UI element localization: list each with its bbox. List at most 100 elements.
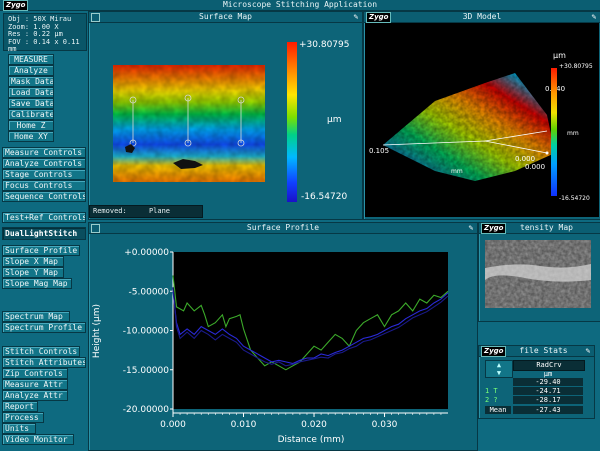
zygo-logo-stats: Zygo — [481, 346, 507, 357]
model-scale-min: -16.54720 — [559, 195, 590, 202]
stitch-attributes-button[interactable]: Stitch Attributes — [2, 357, 86, 368]
surface-profile-button[interactable]: Surface Profile — [2, 245, 80, 256]
window-menu-icon-profile[interactable] — [91, 224, 100, 233]
surface-map-image[interactable] — [113, 65, 265, 182]
sidebar: Obj : 50X Mirau Zoom: 1.00 X Res : 0.22 … — [0, 11, 87, 450]
profile-stats-panel: Zygo file Stats ✎ ▲ ▼ RadCrv µm -29.40 1 … — [478, 345, 595, 419]
slope-y-map-button[interactable]: Slope Y Map — [2, 267, 64, 278]
spectrum-map-button[interactable]: Spectrum Map — [2, 311, 70, 322]
stats-mean-label: Mean — [485, 406, 511, 414]
analyze-button[interactable]: Analyze — [8, 65, 54, 76]
home-z-button[interactable]: Home Z — [8, 120, 54, 131]
window-menu-icon[interactable] — [91, 13, 100, 22]
surface-map-title: Surface Map — [199, 12, 252, 21]
stage-controls-button[interactable]: Stage Controls — [2, 169, 86, 180]
axis-unit-mm-b: mm — [567, 130, 579, 137]
app-title: Microscope Stitching Application — [222, 0, 378, 9]
process-button[interactable]: Process — [2, 412, 44, 423]
model-3d-viewport[interactable]: 0.105 0.000 0.000 0.140 mm mm µm +30.807… — [365, 23, 599, 217]
objective-info: Obj : 50X Mirau Zoom: 1.00 X Res : 0.22 … — [3, 13, 87, 53]
stats-mean-value: -27.43 — [513, 406, 583, 414]
y-tick-label: -20.00000 — [123, 405, 169, 415]
removed-field: Removed: Plane — [89, 205, 203, 218]
zygo-logo: Zygo — [3, 0, 29, 11]
model-3d-title-bar: Zygo 3D Model ✎ — [364, 12, 600, 23]
color-scale-bar — [287, 42, 297, 202]
video-monitor-button[interactable]: Video Monitor — [2, 434, 74, 445]
model-3d-title: 3D Model — [462, 12, 502, 21]
stats-row-label-1: 1 T — [485, 387, 498, 395]
axis-label-origin: 0.000 — [525, 163, 545, 171]
stats-row-value-2: -28.17 — [513, 396, 583, 404]
info-fov: FOV : 0.14 x 0.11 mm — [8, 37, 80, 53]
surface-profile-title: Surface Profile — [246, 223, 320, 232]
surface-map-title-bar: Surface Map ✎ — [89, 12, 362, 23]
x-tick-label: 0.030 — [372, 420, 398, 430]
measure-controls-button[interactable]: Measure Controls — [2, 147, 86, 158]
profile-stats-title: file Stats — [519, 346, 568, 355]
axis-unit-mm-a: mm — [451, 168, 463, 175]
test-ref-controls-button[interactable]: Test+Ref Controls — [2, 212, 86, 223]
report-button[interactable]: Report — [2, 401, 38, 412]
pin-icon-3d[interactable]: ✎ — [590, 13, 598, 21]
measure-attr-button[interactable]: Measure Attr — [2, 379, 68, 390]
scale-max-value: +30.80795 — [299, 40, 350, 50]
home-xy-button[interactable]: Home XY — [8, 131, 54, 142]
removed-value: Plane — [148, 207, 171, 215]
stats-scroll-control[interactable]: ▲ ▼ — [485, 360, 513, 378]
load-data-button[interactable]: Load Data — [8, 87, 54, 98]
spectrum-profile-button[interactable]: Spectrum Profile — [2, 322, 86, 333]
stitch-controls-button[interactable]: Stitch Controls — [2, 346, 80, 357]
x-tick-label: 0.020 — [301, 420, 327, 430]
app-title-bar: Zygo Microscope Stitching Application — [0, 0, 600, 11]
y-tick-label: +0.00000 — [124, 248, 169, 258]
x-tick-label: 0.000 — [160, 420, 186, 430]
stats-row-value-0: -29.40 — [513, 378, 583, 386]
slope-x-map-button[interactable]: Slope X Map — [2, 256, 64, 267]
plot-area — [173, 252, 448, 409]
model-scale-bar — [551, 68, 557, 196]
sequence-controls-button[interactable]: Sequence Controls — [2, 191, 86, 202]
stats-unit: µm — [543, 370, 553, 378]
calibrate-button[interactable]: Calibrate — [8, 109, 54, 120]
save-data-button[interactable]: Save Data — [8, 98, 54, 109]
scale-min-value: -16.54720 — [301, 192, 348, 202]
surface-profile-title-bar: Surface Profile ✎ — [89, 223, 477, 234]
model-scale-unit: µm — [553, 51, 566, 60]
analyze-attr-button[interactable]: Analyze Attr — [2, 390, 68, 401]
y-tick-label: -10.00000 — [123, 327, 169, 337]
pin-icon-stats[interactable]: ✎ — [584, 347, 592, 355]
pin-icon-profile[interactable]: ✎ — [467, 224, 475, 232]
stats-row-label-0 — [485, 378, 511, 386]
primary-action-group: MEASURE Analyze Mask Data Load Data Save… — [8, 54, 54, 146]
x-axis-label: Distance (mm) — [278, 435, 345, 445]
surface-profile-chart[interactable]: +0.00000 -5.00000 -10.00000 -15.00000 -20.00… — [89, 234, 475, 448]
removed-label: Removed: — [93, 207, 127, 215]
x-tick-label: 0.010 — [231, 420, 257, 430]
surface-map-panel: Surface Map ✎ +30.80795 µm -16.54720 Rem… — [88, 11, 363, 220]
intensity-map-title: tensity Map — [520, 223, 573, 232]
dual-light-stitch-mode[interactable]: DualLightStitch — [2, 227, 86, 240]
intensity-map-title-bar: Zygo tensity Map — [479, 223, 600, 234]
model-3d-panel: Zygo 3D Model ✎ 0.105 0.000 0.000 mm mm … — [363, 11, 600, 220]
y-tick-label: -5.00000 — [129, 287, 170, 297]
analyze-controls-button[interactable]: Analyze Controls — [2, 158, 86, 169]
scale-unit: µm — [327, 115, 342, 125]
stats-row-value-1: -24.71 — [513, 387, 583, 395]
axis-label-0105: 0.105 — [369, 147, 389, 155]
y-tick-label: -15.00000 — [123, 366, 169, 376]
surface-profile-panel: Surface Profile ✎ +0.00000 -5.00000 -10.00… — [88, 222, 478, 451]
slope-mag-map-button[interactable]: Slope Mag Map — [2, 278, 72, 289]
mask-data-button[interactable]: Mask Data — [8, 76, 54, 87]
units-button[interactable]: Units — [2, 423, 36, 434]
intensity-map-image[interactable] — [485, 240, 591, 308]
intensity-map-panel: Zygo tensity Map — [478, 222, 600, 322]
zygo-logo-intensity: Zygo — [481, 223, 507, 234]
focus-controls-button[interactable]: Focus Controls — [2, 180, 86, 191]
axis-label-x-zero: 0.000 — [515, 155, 535, 163]
zip-controls-button[interactable]: Zip Controls — [2, 368, 68, 379]
pin-icon[interactable]: ✎ — [352, 13, 360, 21]
stats-row-label-2: 2 ? — [485, 396, 498, 404]
measure-button[interactable]: MEASURE — [8, 54, 54, 65]
y-axis-label: Height (µm) — [92, 304, 102, 358]
